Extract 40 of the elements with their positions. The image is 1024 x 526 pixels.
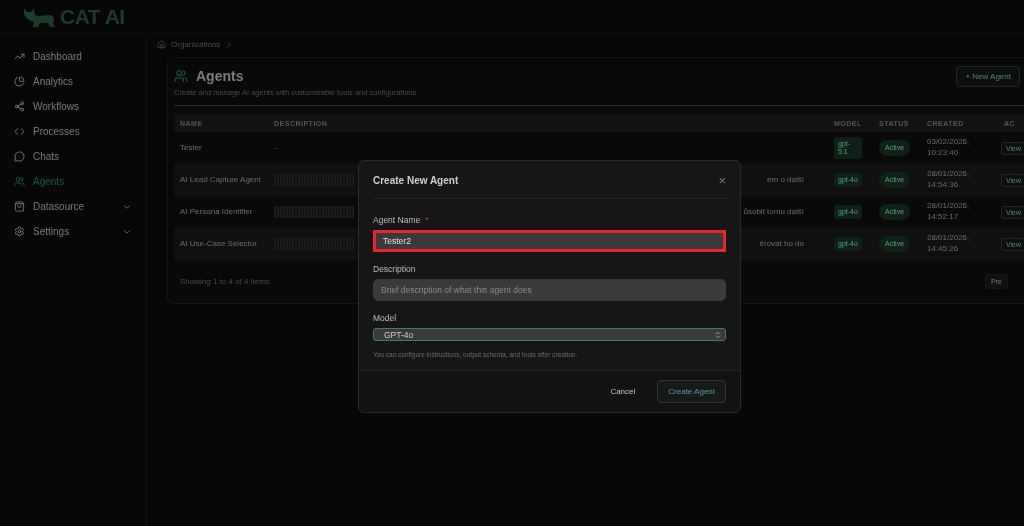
sidebar-item[interactable]: Workflows bbox=[0, 94, 146, 119]
model-select[interactable]: GPT-4o bbox=[373, 328, 726, 341]
trend-icon bbox=[14, 51, 25, 62]
bag-icon bbox=[14, 201, 25, 212]
description-text: em o další bbox=[767, 174, 804, 186]
pie-chart-icon bbox=[14, 76, 25, 87]
dialog-title: Create New Agent bbox=[373, 175, 459, 186]
new-agent-button[interactable]: + New Agent bbox=[956, 66, 1020, 87]
table-cell: AI Use-Case Selector bbox=[174, 228, 268, 260]
settings-icon bbox=[14, 226, 25, 237]
agent-name-input[interactable]: Tester2 bbox=[373, 230, 726, 252]
description-text: - bbox=[274, 142, 277, 154]
description-input[interactable]: Brief description of what this agent does bbox=[373, 279, 726, 301]
chat-icon bbox=[14, 151, 25, 162]
sidebar-item[interactable]: Dashboard bbox=[0, 44, 146, 69]
updown-icon bbox=[714, 330, 722, 339]
field-label: Agent Name bbox=[373, 215, 421, 225]
sidebar-item[interactable]: Processes bbox=[0, 119, 146, 144]
description-text: ůsobit tomu další bbox=[743, 206, 804, 218]
table-cell: 28/01/2026, 14:54:36 bbox=[921, 164, 998, 196]
table-cell: 28/01/2026, 14:45:26 bbox=[921, 228, 998, 260]
home-icon bbox=[157, 40, 166, 49]
page-title: Agents bbox=[196, 68, 244, 84]
required-mark: * bbox=[425, 215, 429, 225]
users-icon bbox=[174, 69, 188, 83]
code-icon bbox=[14, 126, 25, 137]
sidebar-item[interactable]: Analytics bbox=[0, 69, 146, 94]
field-label: Model bbox=[373, 313, 397, 323]
share-icon bbox=[14, 101, 25, 112]
sidebar-item[interactable]: Agents bbox=[0, 169, 146, 194]
table-cell: AI Lead Capture Agent bbox=[174, 164, 268, 196]
close-button[interactable]: × bbox=[718, 174, 726, 187]
sidebar-item[interactable]: Settings bbox=[0, 219, 146, 244]
sidebar-item[interactable]: Datasource bbox=[0, 194, 146, 219]
field-label: Description bbox=[373, 264, 416, 274]
sidebar-item[interactable]: Chats bbox=[0, 144, 146, 169]
users-icon bbox=[14, 176, 25, 187]
create-agent-button[interactable]: Create Agent bbox=[657, 380, 726, 403]
cancel-button[interactable]: Cancel bbox=[604, 386, 642, 397]
description-text: ěrovat ho do bbox=[759, 238, 804, 250]
